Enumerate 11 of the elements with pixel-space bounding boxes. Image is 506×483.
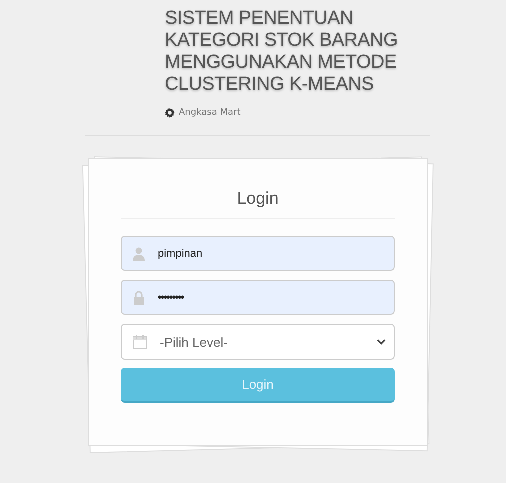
login-heading: Login	[236, 189, 280, 209]
lock-icon	[132, 290, 146, 304]
input-field[interactable]: pimpinan	[121, 236, 395, 271]
user-icon	[132, 246, 146, 260]
level-select[interactable]: -Pilih Level-	[121, 324, 395, 360]
store-name: Angkasa Mart	[179, 108, 241, 118]
gear-icon	[165, 108, 175, 118]
caret-icon	[377, 339, 386, 345]
input-field[interactable]: •••••••••	[121, 280, 395, 315]
page-title: SISTEM PENENTUAN KATEGORI STOK BARANG MENGGUNAKAN METODE CLUSTERING K-MEANS	[165, 8, 399, 96]
calendar-icon	[132, 334, 148, 350]
